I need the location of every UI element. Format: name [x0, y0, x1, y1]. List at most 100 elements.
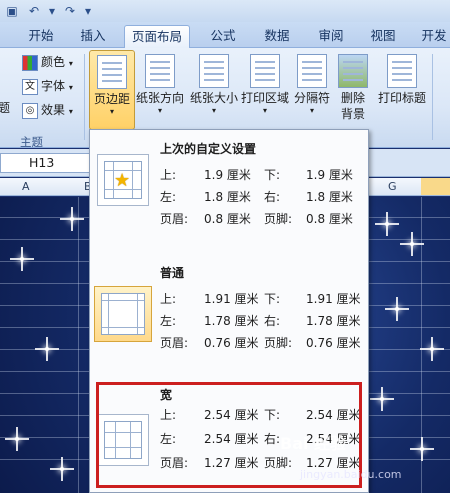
name-box[interactable]: H13 — [0, 153, 90, 173]
star-sparkle — [35, 337, 59, 361]
star-sparkle — [10, 247, 34, 271]
theme-colors-button[interactable]: 颜色 ▾ — [22, 52, 73, 72]
star-icon: ★ — [114, 170, 131, 191]
ribbon-tabs: 开始 插入 页面布局 公式 数据 审阅 视图 开发 — [0, 22, 450, 48]
grid-line — [78, 197, 79, 493]
margin-option-normal[interactable]: 普通 上: 1.91 厘米 下: 1.91 厘米 左: 1.78 厘米 右: 1… — [90, 254, 368, 374]
tab-review[interactable]: 审阅 — [308, 25, 354, 48]
margin-value: 0.8 厘米 — [306, 212, 353, 226]
watermark-text: Bai 经验 — [280, 434, 347, 453]
save-icon[interactable]: ▣ — [4, 3, 20, 19]
margin-value: 1.9 厘米 — [306, 168, 353, 182]
undo-icon[interactable]: ↶ — [26, 3, 42, 19]
dropdown-arrow-icon: ▾ — [157, 106, 162, 115]
theme-effects-label: 效果 — [41, 103, 66, 117]
star-sparkle — [370, 387, 394, 411]
star-sparkle — [385, 297, 409, 321]
margin-label: 下: — [264, 168, 281, 182]
star-sparkle — [50, 457, 74, 481]
print-area-icon — [250, 54, 280, 88]
watermark-url: jingyan.baidu.com — [300, 468, 402, 481]
margin-guide — [102, 327, 144, 328]
last-custom-margin-icon: ★ — [97, 154, 149, 206]
dropdown-arrow-icon: ▾ — [262, 106, 267, 115]
dropdown-arrow-icon[interactable]: ▾ — [80, 3, 96, 19]
delete-background-label: 删除 背景 — [340, 91, 365, 121]
tab-developer[interactable]: 开发 — [414, 25, 450, 48]
margin-value: 1.91 厘米 — [306, 292, 361, 306]
tab-home[interactable]: 开始 — [18, 25, 64, 48]
selected-column-highlight — [421, 178, 450, 195]
effects-icon: ◎ — [22, 102, 38, 119]
print-area-button[interactable]: 打印区域 ▾ — [240, 50, 290, 130]
size-button[interactable]: 纸张大小 ▾ — [190, 50, 238, 130]
themes-group-label: 主题 — [20, 135, 43, 149]
size-label: 纸张大小 — [190, 91, 239, 105]
dropdown-arrow-icon: ▾ — [309, 106, 314, 115]
group-separator — [84, 54, 85, 140]
margin-label: 页眉: — [160, 212, 189, 226]
breaks-icon — [297, 54, 327, 88]
margin-label: 上: — [160, 168, 177, 182]
margin-value: 0.76 厘米 — [204, 336, 259, 350]
margin-guide — [132, 162, 133, 198]
theme-effects-button[interactable]: ◎ 效果 ▾ — [22, 100, 73, 120]
fonts-icon: 文 — [22, 78, 38, 95]
star-sparkle — [410, 437, 434, 461]
margin-value: 1.78 厘米 — [204, 314, 259, 328]
margin-value: 0.8 厘米 — [204, 212, 251, 226]
margins-label: 页边距 — [93, 92, 130, 106]
breaks-button[interactable]: 分隔符 ▾ — [292, 50, 332, 130]
tab-data[interactable]: 数据 — [254, 25, 300, 48]
themes-button-label[interactable]: 题 — [0, 98, 10, 118]
tab-insert[interactable]: 插入 — [70, 25, 116, 48]
margin-value: 1.9 厘米 — [204, 168, 251, 182]
margin-value: 1.8 厘米 — [204, 190, 251, 204]
star-sparkle — [420, 337, 444, 361]
column-header-a[interactable]: A — [22, 180, 30, 193]
star-sparkle — [375, 212, 399, 236]
print-titles-icon — [387, 54, 417, 88]
star-sparkle — [400, 232, 424, 256]
redo-icon[interactable]: ↷ — [62, 3, 78, 19]
theme-colors-label: 颜色 — [41, 55, 66, 69]
margin-label: 左: — [160, 314, 177, 328]
column-header-g[interactable]: G — [388, 180, 397, 193]
breaks-label: 分隔符 — [293, 91, 330, 105]
margin-value: 1.78 厘米 — [306, 314, 361, 328]
dropdown-arrow-icon: ▾ — [68, 59, 73, 68]
colors-icon — [22, 54, 38, 71]
theme-fonts-button[interactable]: 文字体 ▾ — [22, 76, 73, 96]
star-sparkle — [5, 427, 29, 451]
margin-option-title: 普通 — [160, 266, 185, 280]
orientation-label: 纸张方向 — [136, 91, 185, 105]
orientation-icon — [145, 54, 175, 88]
dropdown-arrow-icon[interactable]: ▾ — [44, 3, 60, 19]
dropdown-arrow-icon: ▾ — [109, 107, 114, 116]
margin-label: 页脚: — [264, 212, 293, 226]
margin-option-title: 上次的自定义设置 — [160, 142, 257, 156]
margin-value: 0.76 厘米 — [306, 336, 361, 350]
margin-label: 右: — [264, 314, 281, 328]
print-area-label: 打印区域 — [240, 91, 289, 105]
background-icon — [338, 54, 368, 88]
margins-button[interactable]: 页边距 ▾ — [89, 50, 135, 130]
margin-label: 左: — [160, 190, 177, 204]
dropdown-arrow-icon: ▾ — [68, 107, 73, 116]
margin-label: 上: — [160, 292, 177, 306]
delete-background-button[interactable]: 删除 背景 — [336, 50, 370, 130]
tab-page-layout[interactable]: 页面布局 — [124, 25, 190, 48]
print-titles-button[interactable]: 打印标题 — [374, 50, 430, 130]
margin-option-last-custom[interactable]: 上次的自定义设置 ★ 上: 1.9 厘米 下: 1.9 厘米 左: 1.8 厘米… — [90, 130, 368, 250]
group-separator — [432, 54, 433, 140]
print-titles-label: 打印标题 — [377, 91, 426, 105]
orientation-button[interactable]: 纸张方向 ▾ — [136, 50, 184, 130]
margin-label: 页眉: — [160, 336, 189, 350]
dropdown-arrow-icon: ▾ — [68, 83, 73, 92]
tab-view[interactable]: 视图 — [360, 25, 406, 48]
margin-value: 1.8 厘米 — [306, 190, 353, 204]
tab-formulas[interactable]: 公式 — [200, 25, 246, 48]
margin-label: 页脚: — [264, 336, 293, 350]
margins-icon — [97, 55, 127, 89]
page-margin-preview — [101, 293, 145, 335]
